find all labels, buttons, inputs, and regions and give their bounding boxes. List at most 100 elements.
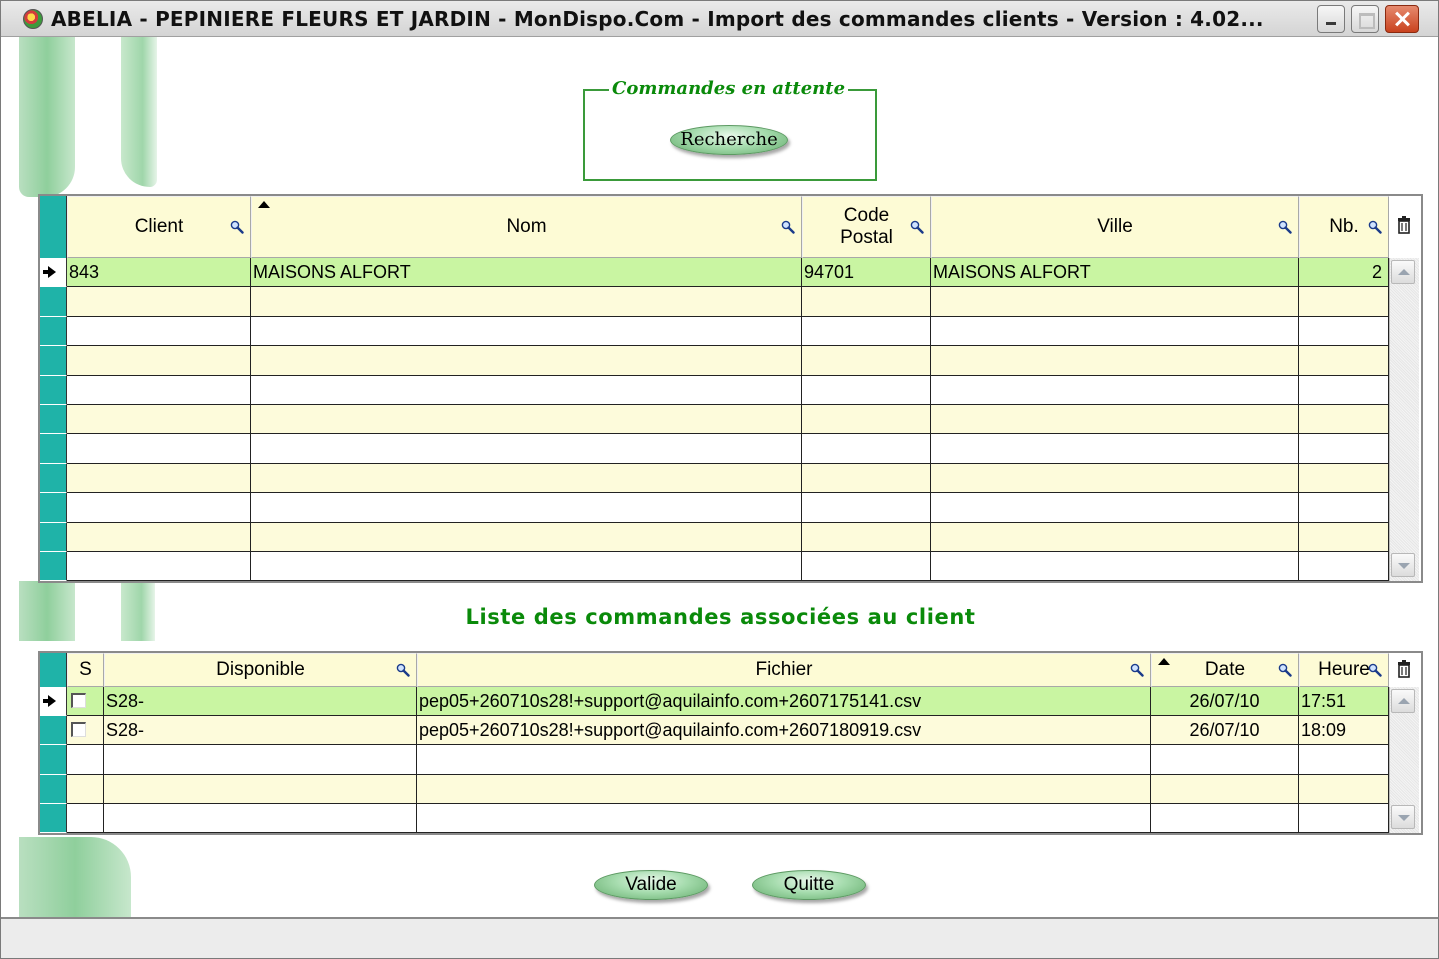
- table-cell-nb: [1299, 493, 1389, 523]
- column-header-disponible[interactable]: Disponible: [104, 653, 417, 687]
- column-header-fichier[interactable]: Fichier: [417, 653, 1151, 687]
- column-header-date[interactable]: Date: [1151, 653, 1299, 687]
- table-cell-nom: MAISONS ALFORT: [251, 258, 802, 288]
- table-cell-code-postal: [802, 287, 931, 317]
- table-cell-nom: [251, 316, 802, 347]
- table-cell-ville: [931, 346, 1299, 376]
- close-button[interactable]: [1385, 5, 1419, 33]
- scroll-up-button[interactable]: [1391, 260, 1415, 284]
- table-cell-nb: [1299, 522, 1389, 552]
- scroll-up-button[interactable]: [1391, 689, 1415, 713]
- validate-button[interactable]: Valide: [594, 870, 708, 900]
- column-header-client[interactable]: Client: [67, 196, 251, 258]
- row-selector[interactable]: [40, 803, 67, 833]
- row-selector[interactable]: [40, 287, 67, 317]
- table-cell-nom: [251, 522, 802, 552]
- search-icon[interactable]: [910, 220, 924, 234]
- column-header-label: S: [79, 659, 92, 680]
- row-selector-header: [40, 196, 67, 258]
- row-selector[interactable]: [40, 493, 67, 523]
- search-icon[interactable]: [1368, 220, 1382, 234]
- row-selector[interactable]: [40, 434, 67, 464]
- search-icon[interactable]: [1278, 663, 1292, 677]
- select-checkbox[interactable]: [71, 693, 86, 708]
- window-title: ABELIA - PEPINIERE FLEURS ET JARDIN - Mo…: [51, 7, 1264, 31]
- table-cell-code-postal: [802, 493, 931, 523]
- table-cell-client: 843: [67, 258, 251, 288]
- table-cell-s: [67, 716, 104, 746]
- row-selector[interactable]: [40, 463, 67, 494]
- column-header-label: Ville: [1097, 216, 1133, 237]
- trash-icon[interactable]: [1397, 660, 1411, 678]
- search-icon[interactable]: [781, 220, 795, 234]
- search-icon[interactable]: [230, 220, 244, 234]
- search-button[interactable]: Recherche: [670, 125, 788, 155]
- app-icon: [23, 9, 43, 29]
- decorative-stem: [121, 37, 157, 187]
- scroll-down-button[interactable]: [1391, 805, 1415, 829]
- vertical-scrollbar[interactable]: [1389, 258, 1419, 582]
- table-cell-nb: [1299, 346, 1389, 376]
- table-cell-nom: [251, 405, 802, 435]
- table-cell-ville: [931, 434, 1299, 464]
- column-header-s[interactable]: S: [67, 653, 104, 687]
- row-selector[interactable]: [40, 346, 67, 376]
- table-cell-s: [67, 687, 104, 717]
- sort-ascending-icon: [1158, 658, 1170, 665]
- row-selector[interactable]: [40, 774, 67, 804]
- row-selector[interactable]: [40, 687, 67, 717]
- row-selector[interactable]: [40, 316, 67, 347]
- table-cell-client: [67, 493, 251, 523]
- table-cell-code-postal: [802, 405, 931, 435]
- column-header-label: Client: [134, 216, 184, 237]
- table-cell-heure: 18:09: [1299, 716, 1389, 746]
- table-cell-client: [67, 316, 251, 347]
- decorative-stem: [19, 837, 131, 917]
- table-cell-nb: [1299, 434, 1389, 464]
- row-selector-header: [40, 653, 67, 687]
- maximize-button[interactable]: [1351, 5, 1379, 33]
- table-cell-disponible: S28-: [104, 687, 417, 717]
- column-header-ville[interactable]: Ville: [931, 196, 1299, 258]
- table-cell-fichier: pep05+260710s28!+support@aquilainfo.com+…: [417, 716, 1151, 746]
- row-selector[interactable]: [40, 552, 67, 582]
- search-icon[interactable]: [396, 663, 410, 677]
- table-cell-nom: [251, 375, 802, 405]
- table-cell-ville: [931, 522, 1299, 552]
- table-cell-disponible: [104, 745, 417, 775]
- column-header-heure[interactable]: Heure: [1299, 653, 1389, 687]
- search-icon[interactable]: [1368, 663, 1382, 677]
- quit-button[interactable]: Quitte: [752, 870, 866, 900]
- table-cell-disponible: S28-: [104, 716, 417, 746]
- table-cell-fichier: pep05+260710s28!+support@aquilainfo.com+…: [417, 687, 1151, 717]
- row-selector[interactable]: [40, 405, 67, 435]
- select-checkbox[interactable]: [71, 722, 86, 738]
- title-bar[interactable]: ABELIA - PEPINIERE FLEURS ET JARDIN - Mo…: [1, 1, 1438, 37]
- row-selector[interactable]: [40, 522, 67, 552]
- trash-icon[interactable]: [1397, 216, 1411, 234]
- vertical-scrollbar[interactable]: [1389, 687, 1419, 833]
- table-cell-heure: [1299, 803, 1389, 833]
- search-icon[interactable]: [1278, 220, 1292, 234]
- table-cell-nom: [251, 346, 802, 376]
- table-cell-client: [67, 434, 251, 464]
- table-cell-date: [1151, 803, 1299, 833]
- table-cell-code-postal: [802, 522, 931, 552]
- table-cell-nom: [251, 463, 802, 494]
- column-header-label: Code Postal: [840, 205, 893, 248]
- table-cell-ville: [931, 552, 1299, 582]
- table-cell-code-postal: [802, 375, 931, 405]
- column-header-nb[interactable]: Nb.: [1299, 196, 1389, 258]
- orders-section-title: Liste des commandes associées au client: [465, 605, 976, 629]
- row-selector[interactable]: [40, 716, 67, 746]
- row-selector[interactable]: [40, 745, 67, 775]
- row-selector[interactable]: [40, 258, 67, 288]
- table-cell-date: [1151, 745, 1299, 775]
- column-header-code-postal[interactable]: Code Postal: [802, 196, 931, 258]
- column-header-label: Fichier: [755, 659, 813, 680]
- column-header-nom[interactable]: Nom: [251, 196, 802, 258]
- minimize-button[interactable]: [1317, 5, 1345, 33]
- scroll-down-button[interactable]: [1391, 553, 1415, 578]
- search-icon[interactable]: [1130, 663, 1144, 677]
- row-selector[interactable]: [40, 375, 67, 405]
